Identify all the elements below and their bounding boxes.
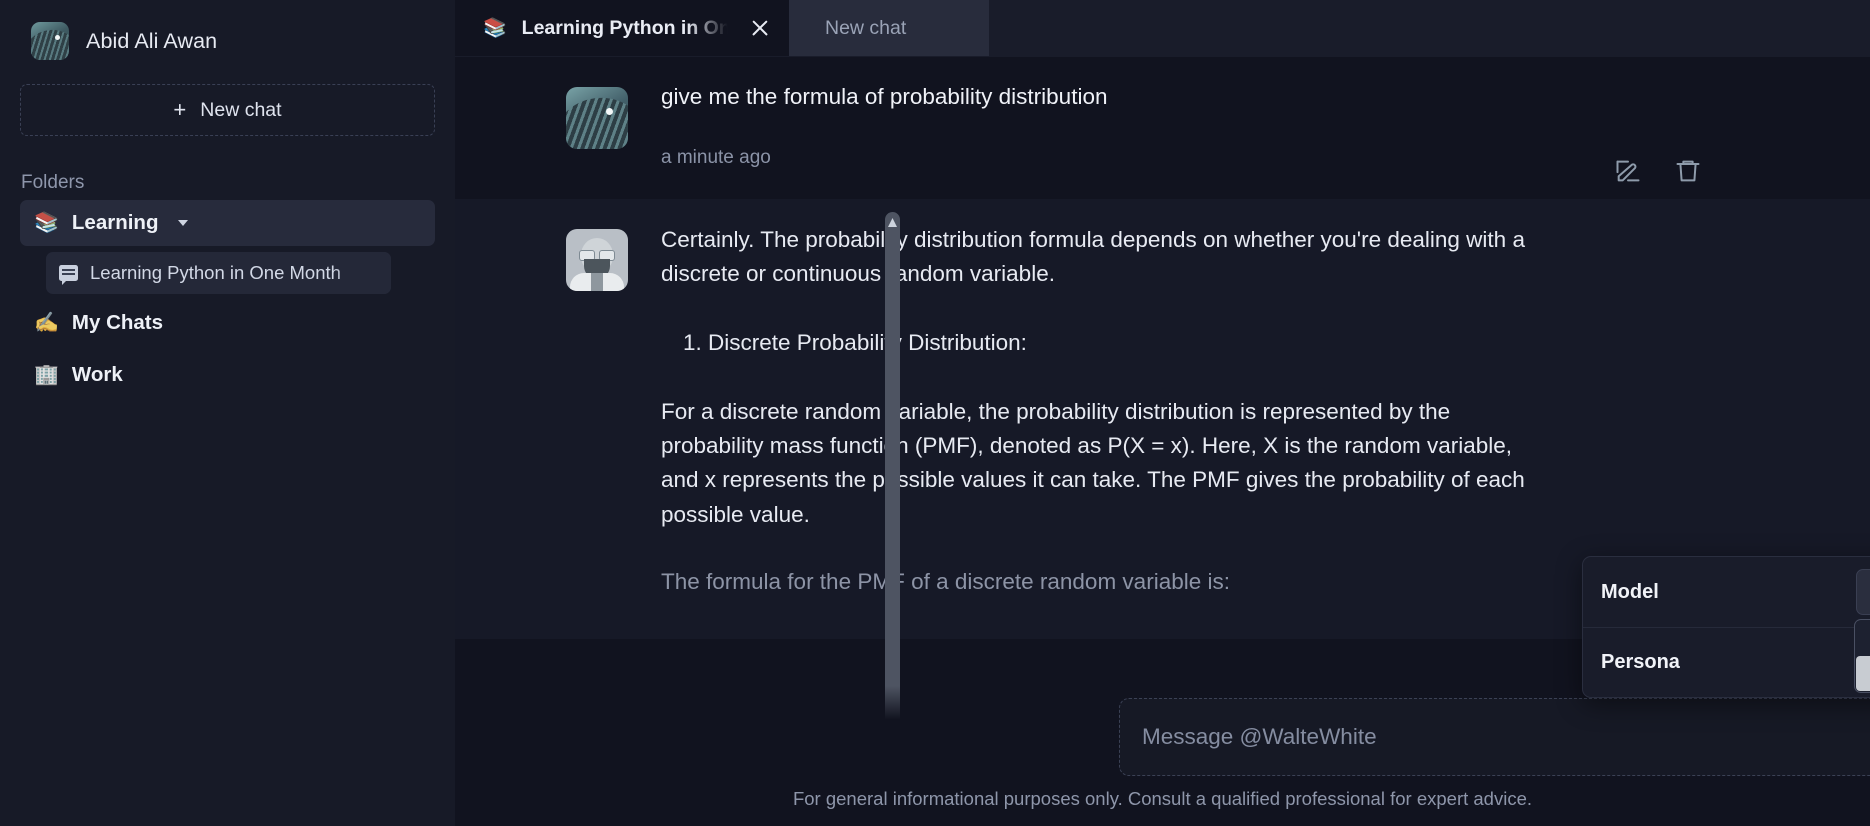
model-label: Model xyxy=(1601,581,1856,604)
plus-icon: + xyxy=(173,99,186,121)
assistant-intro-text: Certainly. The probability distribution … xyxy=(661,223,1541,291)
model-setting-row: Model GPT-4 xyxy=(1583,557,1870,627)
assistant-paragraph-1: For a discrete random variable, the prob… xyxy=(661,395,1541,532)
model-select[interactable]: GPT-4 xyxy=(1856,569,1870,615)
tab-bar: 📚 Learning Python in One Month New chat xyxy=(455,0,1870,57)
books-icon: 📚 xyxy=(34,213,59,233)
message-timestamp: a minute ago xyxy=(661,147,1541,169)
model-dropdown-list[interactable]: GPT-3.5 GPT-4 xyxy=(1854,619,1870,693)
avatar xyxy=(566,229,628,291)
avatar xyxy=(566,87,628,149)
folder-label: Work xyxy=(72,363,123,387)
message-user: give me the formula of probability distr… xyxy=(455,57,1870,199)
folder-label: My Chats xyxy=(72,311,163,335)
persona-setting-row: Persona WalterWhite xyxy=(1583,627,1870,697)
model-option-gpt-35[interactable]: GPT-3.5 xyxy=(1856,621,1870,656)
tab-new-chat[interactable]: New chat xyxy=(789,0,989,56)
folder-list: 📚 Learning Learning Python in One Month … xyxy=(20,200,435,398)
chat-item-label: Learning Python in One Month xyxy=(90,262,341,284)
avatar xyxy=(31,22,69,60)
office-building-icon: 🏢 xyxy=(34,365,59,385)
message-input-container[interactable]: Message @WalteWhite xyxy=(1119,698,1870,776)
assistant-paragraph-2: The formula for the PMF of a discrete ra… xyxy=(661,565,1541,599)
persona-label: Persona xyxy=(1601,651,1856,674)
chat-bubble-icon xyxy=(59,265,78,281)
message-body: give me the formula of probability distr… xyxy=(661,81,1691,169)
pencil-square-icon[interactable] xyxy=(1614,157,1642,185)
tab-title: New chat xyxy=(825,17,971,40)
scrollbar-thumb-indicator xyxy=(888,218,897,227)
new-chat-button[interactable]: + New chat xyxy=(20,84,435,136)
conversation-scrollbar[interactable] xyxy=(885,212,900,812)
sidebar-user-profile[interactable]: Abid Ali Awan xyxy=(20,0,435,82)
sidebar-chat-learning-python[interactable]: Learning Python in One Month xyxy=(46,252,391,294)
trash-icon[interactable] xyxy=(1674,157,1702,185)
folder-label: Learning xyxy=(72,211,159,235)
message-body: Certainly. The probability distribution … xyxy=(661,223,1691,599)
message-actions xyxy=(1614,157,1702,185)
sidebar-folder-my-chats[interactable]: ✍ My Chats xyxy=(20,300,435,346)
chat-settings-popover: Model GPT-4 Persona WalterWhite xyxy=(1582,556,1870,698)
sidebar: Abid Ali Awan + New chat Folders 📚 Learn… xyxy=(0,0,455,826)
model-option-gpt-4[interactable]: GPT-4 xyxy=(1856,656,1870,691)
user-name: Abid Ali Awan xyxy=(86,29,217,54)
close-icon[interactable] xyxy=(749,17,771,39)
message-avatar-column xyxy=(455,81,661,169)
assistant-list-item: 1. Discrete Probability Distribution: xyxy=(683,326,1541,360)
message-input-placeholder[interactable]: Message @WalteWhite xyxy=(1142,724,1870,750)
chevron-down-icon[interactable] xyxy=(178,220,188,226)
books-icon: 📚 xyxy=(483,16,507,40)
tab-title: Learning Python in One Month xyxy=(522,17,734,40)
folders-section-label: Folders xyxy=(21,172,435,194)
sidebar-folder-work[interactable]: 🏢 Work xyxy=(20,352,435,398)
user-message-text: give me the formula of probability distr… xyxy=(661,81,1541,113)
message-avatar-column xyxy=(455,223,661,599)
app-window: Abid Ali Awan + New chat Folders 📚 Learn… xyxy=(0,0,1870,826)
sidebar-folder-learning[interactable]: 📚 Learning xyxy=(20,200,435,246)
tab-learning-python[interactable]: 📚 Learning Python in One Month xyxy=(455,0,789,56)
writing-hand-icon: ✍ xyxy=(34,313,59,333)
disclaimer-text: For general informational purposes only.… xyxy=(455,788,1870,810)
main-panel: 📚 Learning Python in One Month New chat … xyxy=(455,0,1870,826)
new-chat-label: New chat xyxy=(200,99,281,122)
